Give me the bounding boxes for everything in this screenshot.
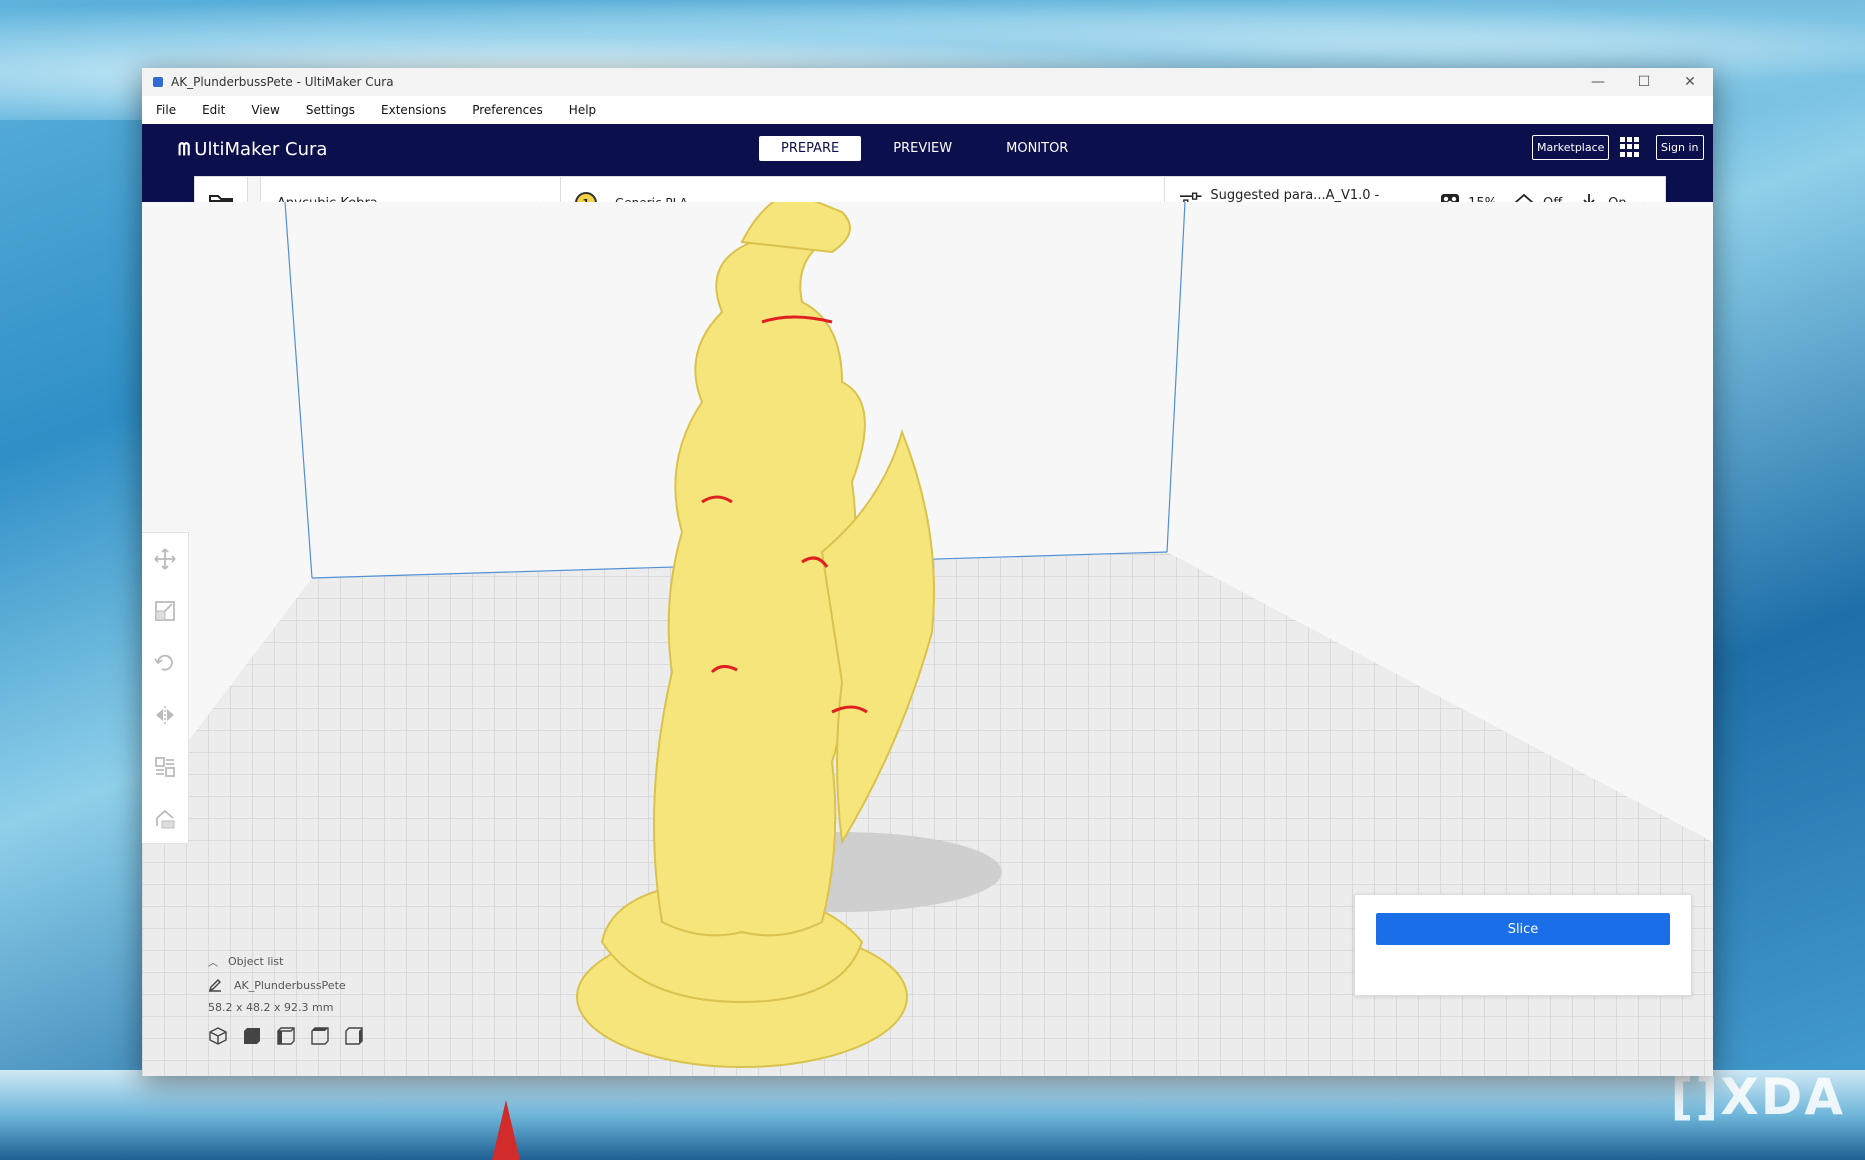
apps-grid-icon[interactable]: [1620, 137, 1640, 157]
top-view-icon: [277, 1027, 295, 1045]
stage-tabs: PREPARE PREVIEW MONITOR: [759, 136, 1100, 161]
object-list-panel: ︿ Object list AK_PlunderbussPete 58.2 x …: [208, 954, 378, 1049]
camera-view-buttons: [208, 1026, 378, 1049]
per-model-settings-tool[interactable]: [142, 741, 188, 793]
per-model-settings-icon: [155, 757, 175, 777]
menu-file[interactable]: File: [156, 103, 176, 117]
top-view-button[interactable]: [276, 1026, 296, 1049]
move-tool[interactable]: [142, 533, 188, 585]
ultimaker-logo-icon: ᗰ: [178, 139, 190, 160]
slice-button[interactable]: Slice: [1376, 913, 1670, 945]
menu-preferences[interactable]: Preferences: [472, 103, 543, 117]
left-view-icon: [311, 1027, 329, 1045]
scale-tool[interactable]: [142, 585, 188, 637]
tab-monitor[interactable]: MONITOR: [984, 136, 1090, 161]
mirror-tool[interactable]: [142, 689, 188, 741]
xda-watermark: []XDA: [1670, 1068, 1845, 1126]
object-dimensions: 58.2 x 48.2 x 92.3 mm: [208, 1001, 334, 1014]
right-view-icon: [345, 1027, 363, 1045]
tab-preview[interactable]: PREVIEW: [871, 136, 974, 161]
marketplace-button[interactable]: Marketplace: [1532, 135, 1610, 160]
3d-viewport[interactable]: ︿ Object list AK_PlunderbussPete 58.2 x …: [142, 202, 1713, 1076]
object-name-row[interactable]: AK_PlunderbussPete: [208, 978, 378, 992]
left-view-button[interactable]: [310, 1026, 330, 1049]
title-bar: AK_PlunderbussPete - UltiMaker Cura — ☐ …: [142, 68, 1713, 96]
rotate-tool[interactable]: [142, 637, 188, 689]
3d-view-button[interactable]: [208, 1026, 228, 1049]
front-view-button[interactable]: [242, 1026, 262, 1049]
chevron-up-icon: ︿: [208, 958, 218, 969]
build-volume-edge: [1166, 202, 1186, 553]
pencil-icon: [208, 979, 221, 992]
front-view-icon: [244, 1028, 260, 1044]
menu-edit[interactable]: Edit: [202, 103, 225, 117]
mirror-icon: [156, 706, 174, 724]
support-blocker-tool[interactable]: [142, 793, 188, 845]
menu-extensions[interactable]: Extensions: [381, 103, 446, 117]
object-name: AK_PlunderbussPete: [234, 978, 346, 992]
maximize-button[interactable]: ☐: [1621, 74, 1667, 90]
object-list-toggle[interactable]: ︿ Object list: [208, 954, 378, 969]
background-sail: [492, 1100, 520, 1160]
menu-settings[interactable]: Settings: [306, 103, 355, 117]
build-volume-edge: [284, 202, 313, 579]
scale-icon: [155, 601, 175, 621]
menu-view[interactable]: View: [251, 103, 279, 117]
tab-prepare[interactable]: PREPARE: [759, 136, 862, 161]
menu-help[interactable]: Help: [569, 103, 596, 117]
background-ice-bottom: [0, 1070, 1865, 1160]
right-view-button[interactable]: [344, 1026, 364, 1049]
menu-bar: File Edit View Settings Extensions Prefe…: [142, 96, 1713, 125]
move-icon: [154, 548, 176, 570]
close-button[interactable]: ✕: [1667, 74, 1713, 90]
object-list-title: Object list: [228, 955, 284, 968]
minimize-button[interactable]: —: [1575, 74, 1621, 90]
3d-view-icon: [209, 1027, 227, 1045]
tool-panel: [142, 532, 189, 844]
rotate-icon: [154, 654, 173, 671]
ultimaker-logo: ᗰ UltiMaker Cura: [178, 139, 327, 160]
logo-text: UltiMaker Cura: [194, 139, 328, 160]
slice-panel: Slice: [1354, 894, 1692, 996]
support-blocker-icon: [156, 809, 175, 829]
cura-app-icon: [153, 77, 163, 87]
sign-in-button[interactable]: Sign in: [1656, 135, 1704, 160]
window-title: AK_PlunderbussPete - UltiMaker Cura: [171, 75, 394, 89]
cura-window: AK_PlunderbussPete - UltiMaker Cura — ☐ …: [142, 68, 1713, 1076]
